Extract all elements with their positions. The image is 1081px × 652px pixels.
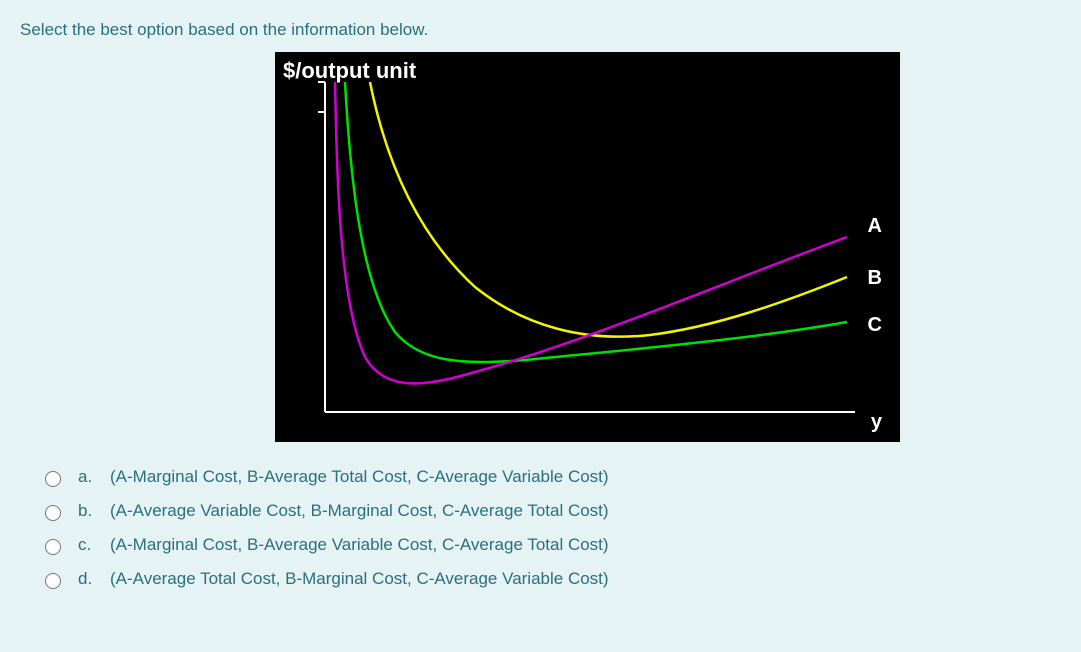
curve-label-a: A [868, 215, 882, 238]
option-text: (A-Average Total Cost, B-Marginal Cost, … [110, 569, 609, 589]
option-a[interactable]: a. (A-Marginal Cost, B-Average Total Cos… [40, 467, 1061, 487]
chart-container: $/output unit A B C y [275, 52, 1061, 442]
curve-b [370, 82, 847, 337]
option-b[interactable]: b. (A-Average Variable Cost, B-Marginal … [40, 501, 1061, 521]
chart-svg [275, 52, 880, 422]
option-text: (A-Marginal Cost, B-Average Variable Cos… [110, 535, 609, 555]
option-text: (A-Marginal Cost, B-Average Total Cost, … [110, 467, 609, 487]
option-letter: b. [78, 501, 96, 521]
curve-c [345, 82, 847, 362]
question-prompt: Select the best option based on the info… [20, 20, 1061, 40]
option-text: (A-Average Variable Cost, B-Marginal Cos… [110, 501, 609, 521]
radio-a[interactable] [45, 471, 61, 487]
curve-label-c: C [868, 314, 882, 337]
cost-curve-chart: $/output unit A B C y [275, 52, 900, 442]
options-list: a. (A-Marginal Cost, B-Average Total Cos… [40, 467, 1061, 589]
option-d[interactable]: d. (A-Average Total Cost, B-Marginal Cos… [40, 569, 1061, 589]
option-c[interactable]: c. (A-Marginal Cost, B-Average Variable … [40, 535, 1061, 555]
radio-c[interactable] [45, 539, 61, 555]
option-letter: a. [78, 467, 96, 487]
x-axis-label: y [871, 411, 882, 434]
radio-d[interactable] [45, 573, 61, 589]
curve-label-b: B [868, 267, 882, 290]
option-letter: c. [78, 535, 96, 555]
curve-a [335, 82, 847, 383]
option-letter: d. [78, 569, 96, 589]
radio-b[interactable] [45, 505, 61, 521]
